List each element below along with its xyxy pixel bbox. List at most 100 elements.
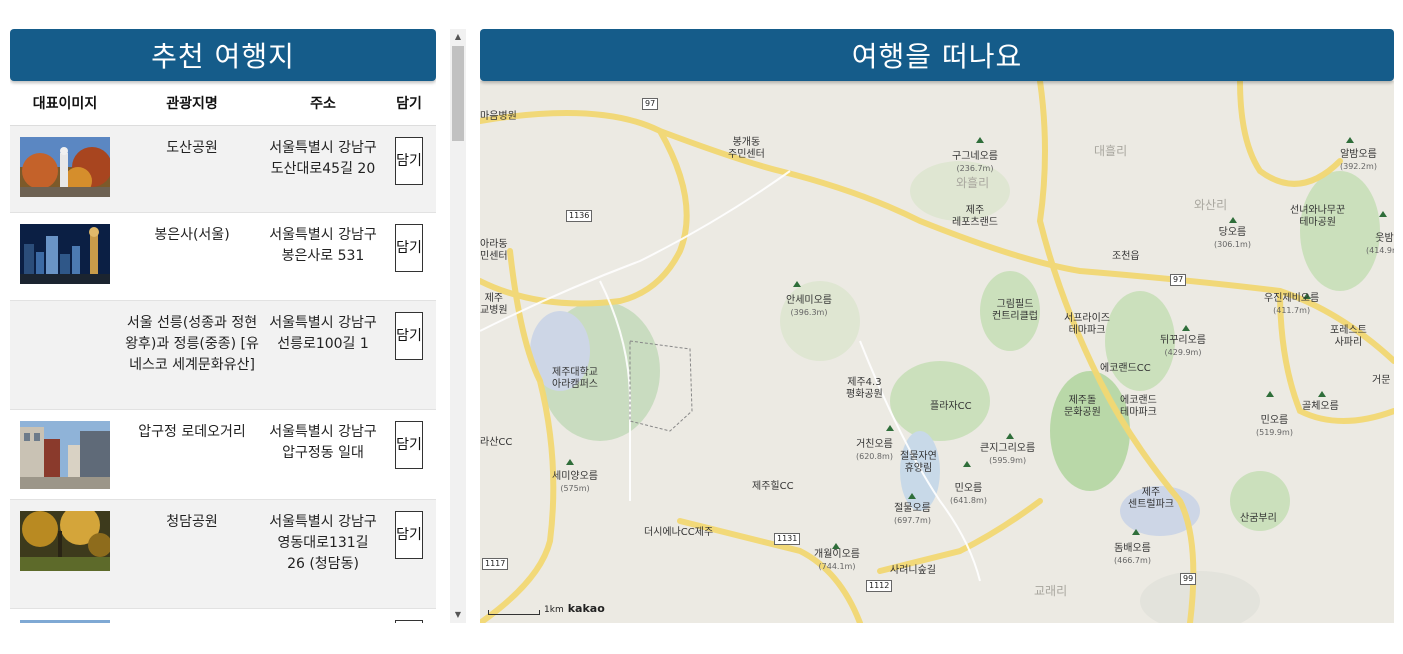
image-cell — [10, 301, 120, 409]
put-button[interactable]: 담기 — [395, 137, 423, 185]
road-number: 1131 — [774, 533, 801, 545]
map-label: 산굼부리 — [1240, 513, 1277, 524]
road-number: 1117 — [482, 558, 509, 570]
map-label: 구그네오름 (236.7m) — [952, 151, 998, 173]
map-label: 사려니숲길 — [890, 565, 936, 576]
map-label: 제주 레포츠랜드 — [952, 205, 998, 228]
road-number: 97 — [1170, 274, 1187, 286]
recommendation-title: 추천 여행지 — [10, 29, 436, 81]
map-label: 제주대학교 아라캠퍼스 — [552, 367, 598, 390]
map-label: 절물자연 휴양림 — [900, 451, 937, 474]
map-label: 에코랜드 테마파크 — [1120, 395, 1157, 418]
map-label: 돔배오름 (466.7m) — [1114, 543, 1151, 565]
table-row: 압구정 로데오거리 서울특별시 강남구 압구정동 일대 담기 — [10, 410, 436, 500]
column-header-name: 관광지명 — [166, 96, 218, 112]
table-header: 대표이미지 관광지명 주소 담기 — [10, 81, 436, 126]
column-header-put: 담기 — [396, 96, 422, 112]
map-label: 제주 교병원 — [480, 293, 508, 316]
map-label: 교래리 — [1034, 584, 1068, 598]
scroll-down-icon[interactable]: ▼ — [450, 607, 466, 623]
image-cell — [10, 126, 120, 212]
map-title: 여행을 떠나요 — [480, 29, 1394, 81]
place-name: 봉은사(서울) — [154, 227, 230, 243]
put-button[interactable]: 담기 — [395, 511, 423, 559]
map-label: 마음병원 — [480, 111, 517, 122]
road-number: 1112 — [866, 580, 893, 592]
dosan-park-thumbnail — [20, 137, 110, 197]
map-label: 제주힐CC — [752, 481, 794, 492]
list-scrollbar[interactable]: ▲ ▼ — [450, 29, 466, 623]
map-label: 민오름 (519.9m) — [1256, 415, 1293, 437]
image-cell — [10, 609, 120, 623]
map-label: 세미양오름 (575m) — [552, 471, 598, 493]
map-label: 아라동 민센터 — [480, 239, 508, 262]
road-number: 1136 — [566, 210, 593, 222]
map-label: 포레스트 사파리 — [1330, 325, 1367, 348]
map-label: 대흘리 — [1094, 144, 1128, 158]
map-label: 거문 — [1372, 375, 1391, 386]
place-address: 서울특별시 강남구 선릉로100길 1 — [269, 315, 377, 352]
map-label: 민오름 (641.8m) — [950, 483, 987, 505]
put-cell: 담기 — [382, 301, 436, 409]
map-label: 더시에나CC제주 — [644, 527, 714, 538]
place-name: 압구정 로데오거리 — [138, 424, 246, 440]
map-label: 와산리 — [1194, 198, 1228, 212]
table-row: 청담공원 서울특별시 강남구 영동대로131길 26 (청담동) 담기 — [10, 500, 436, 609]
place-address: 서울특별시 강남구 도산대로45길 20 — [269, 140, 377, 177]
map-label: 그림필드 컨트리클럽 — [992, 299, 1038, 322]
map-label: 플라자CC — [930, 401, 972, 412]
put-button[interactable]: 담기 — [395, 421, 423, 469]
scroll-up-icon[interactable]: ▲ — [450, 29, 466, 45]
table-row: 도산공원 서울특별시 강남구 도산대로45길 20 담기 — [10, 126, 436, 213]
map-label: 와흘리 — [956, 176, 990, 190]
image-cell — [10, 500, 120, 608]
map-label: 거친오름 (620.8m) — [856, 439, 893, 461]
put-cell: 담기 — [382, 213, 436, 300]
table-row: 봉은사(서울) 서울특별시 강남구 봉은사로 531 담기 — [10, 213, 436, 301]
table-body: 도산공원 서울특별시 강남구 도산대로45길 20 담기 봉은사(서울) 서울특… — [10, 126, 436, 623]
table-row-partial — [10, 609, 436, 623]
put-cell: 담기 — [382, 410, 436, 499]
scrollbar-thumb[interactable] — [452, 46, 464, 141]
map-label: 알밤오름 (392.2m) — [1340, 149, 1377, 171]
next-thumbnail — [20, 620, 110, 623]
place-name: 서울 선릉(성종과 정현왕후)과 정릉(중종) [유네스코 세계문화유산] — [125, 315, 259, 373]
cheongdam-park-thumbnail — [20, 511, 110, 571]
kakao-map[interactable]: 마음병원 봉개동 주민센터 구그네오름 (236.7m) 대흘리 알밤오름 (392… — [480, 81, 1394, 623]
map-label: 봉개동 주민센터 — [728, 137, 765, 160]
map-scale: 1km kakao — [488, 602, 605, 615]
put-cell: 담기 — [382, 500, 436, 608]
map-label: 제주돌 문화공원 — [1064, 395, 1101, 418]
bongeunsa-thumbnail — [20, 224, 110, 284]
place-address: 서울특별시 강남구 영동대로131길 26 (청담동) — [269, 514, 377, 572]
map-label: 절물오름 (697.7m) — [894, 503, 931, 525]
map-label: 뒤꾸리오름 (429.9m) — [1160, 335, 1206, 357]
map-label: 선녀와나무꾼 테마공원 — [1290, 205, 1346, 228]
map-label: 조천읍 — [1112, 251, 1140, 262]
put-cell: 담기 — [382, 126, 436, 212]
scale-label: 1km — [544, 605, 564, 615]
map-label: 안세미오름 (396.3m) — [786, 295, 832, 317]
map-label: 개월이오름 (744.1m) — [814, 549, 860, 571]
map-background — [480, 81, 1394, 623]
place-name: 도산공원 — [166, 140, 218, 156]
map-label: 우진제비오름 (411.7m) — [1264, 293, 1320, 315]
place-address: 서울특별시 강남구 봉은사로 531 — [269, 227, 377, 264]
put-button[interactable]: 담기 — [395, 224, 423, 272]
put-button[interactable] — [395, 620, 423, 623]
road-number: 97 — [642, 98, 659, 110]
column-header-address: 주소 — [310, 96, 336, 112]
map-label: 당오름 (306.1m) — [1214, 227, 1251, 249]
scale-bar — [488, 610, 540, 615]
place-name: 청담공원 — [166, 514, 218, 530]
put-button[interactable]: 담기 — [395, 312, 423, 360]
map-label: 제주 센트럴파크 — [1128, 487, 1174, 510]
map-label: 에코랜드CC — [1100, 363, 1151, 374]
map-label: 서프라이즈 테마파크 — [1064, 313, 1110, 336]
map-label: 웃밤(414.9m) — [1366, 233, 1394, 255]
table-row: 서울 선릉(성종과 정현왕후)과 정릉(중종) [유네스코 세계문화유산] 서울… — [10, 301, 436, 410]
recommendation-panel: 추천 여행지 대표이미지 관광지명 주소 담기 도산공원 서울특별시 강남구 도… — [10, 29, 436, 623]
column-header-image: 대표이미지 — [32, 96, 98, 112]
map-label: 제주4.3 평화공원 — [846, 377, 883, 400]
map-label: 라산CC — [480, 437, 513, 448]
